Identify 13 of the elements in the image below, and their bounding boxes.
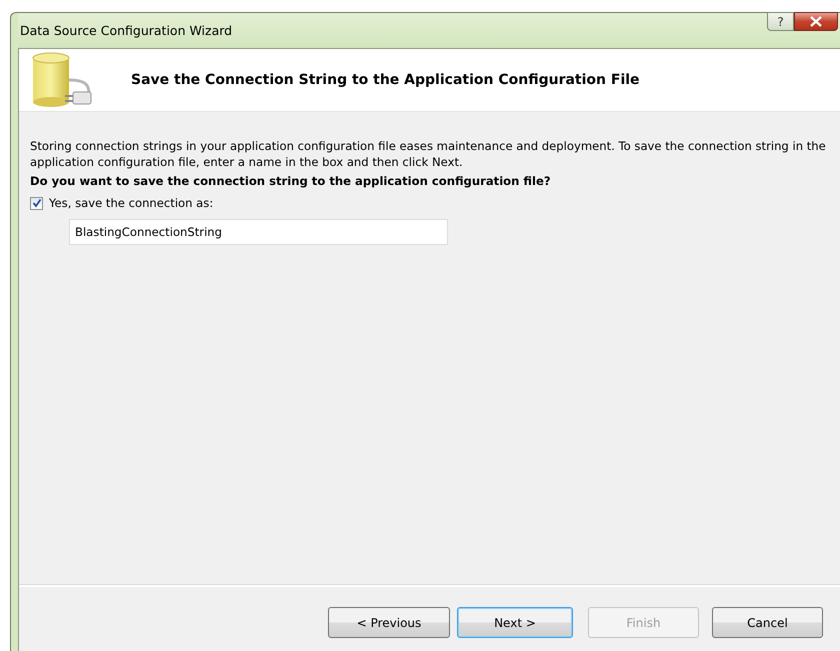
- window-title: Data Source Configuration Wizard: [19, 23, 232, 38]
- connection-name-field[interactable]: BlastingConnectionString: [69, 219, 448, 245]
- wizard-button[interactable]: Cancel: [712, 607, 823, 638]
- close-button[interactable]: [794, 12, 838, 31]
- help-button[interactable]: ?: [767, 12, 794, 31]
- page-heading: Save the Connection String to the Application Configuration File: [131, 72, 640, 88]
- question-text: Do you want to save the connection string to the application configuration file?: [30, 174, 552, 188]
- save-option-label: Yes, save the connection as:: [49, 196, 214, 210]
- close-icon: [810, 16, 822, 27]
- wizard-button[interactable]: Next >: [457, 607, 573, 638]
- description-text: Storing connection strings in your application configuration file eases maintenance and deployment. To save the connection string in the application configuration file, enter a name in the box and then click Next.: [30, 138, 827, 170]
- wizard-button[interactable]: < Previous: [328, 607, 450, 638]
- save-checkbox[interactable]: [30, 196, 43, 210]
